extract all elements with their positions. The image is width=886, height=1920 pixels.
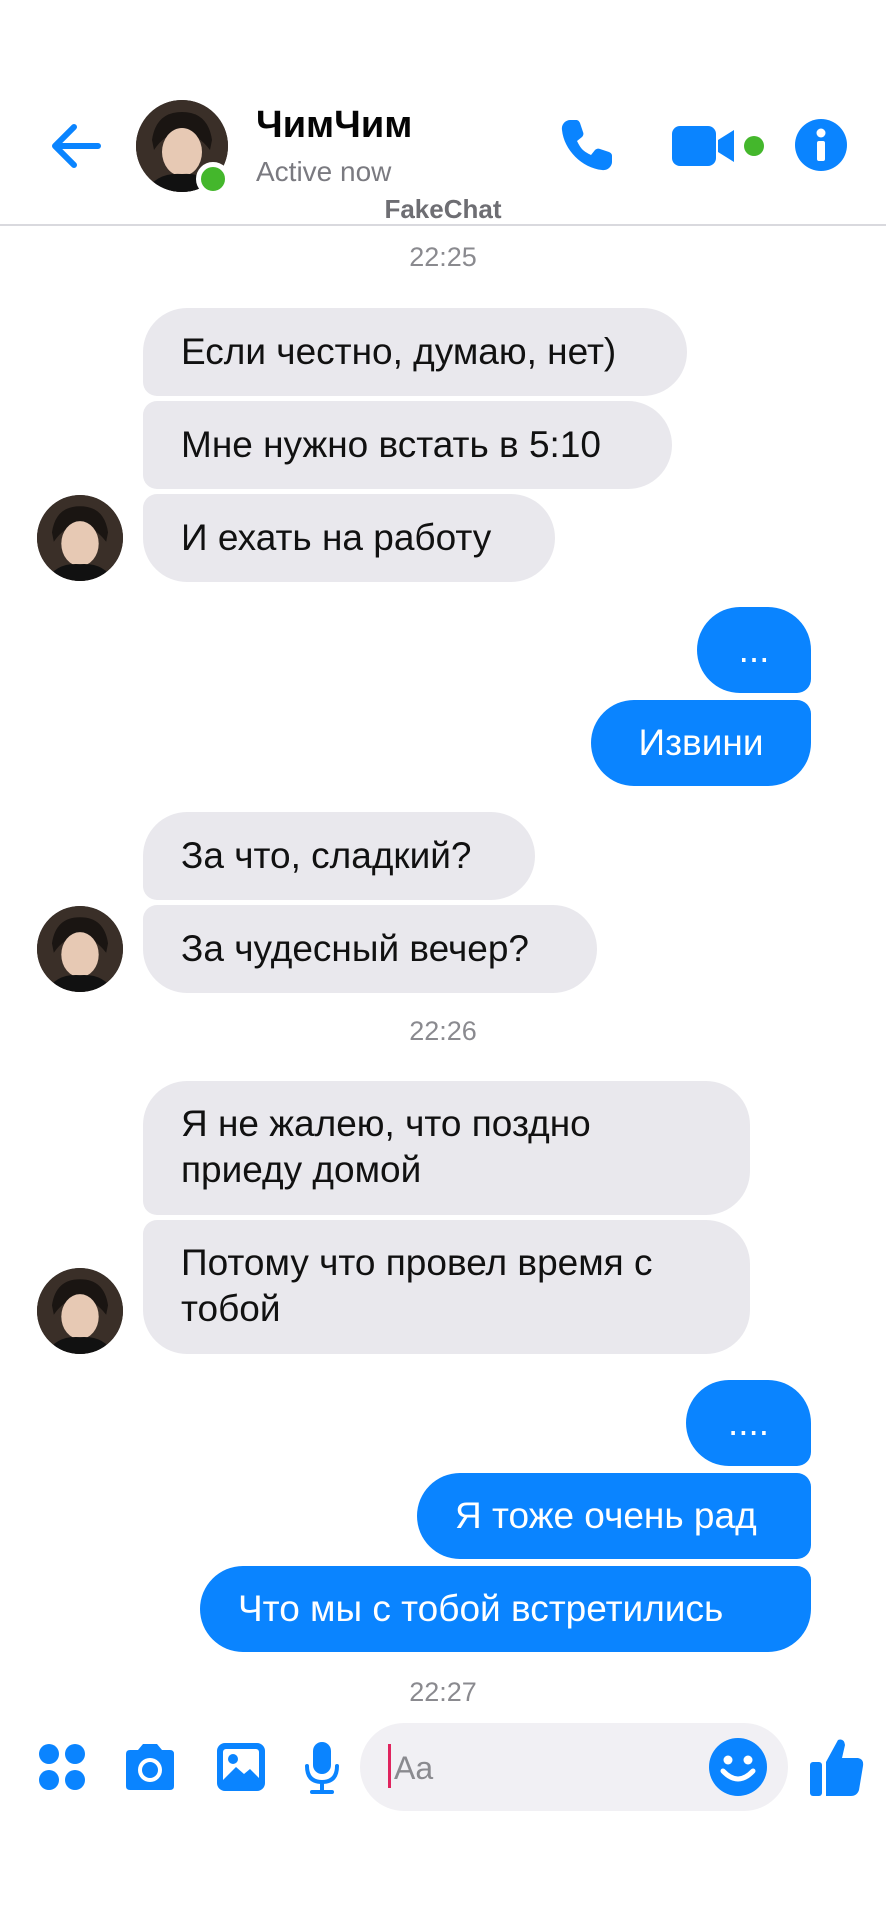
- outgoing-message-bubble[interactable]: ....: [686, 1380, 811, 1466]
- timestamp: 22:26: [409, 1016, 477, 1046]
- timestamp: 22:27: [409, 1677, 477, 1707]
- timestamp: 22:25: [409, 242, 477, 272]
- message-text: Если честно, думаю, нет): [181, 331, 617, 372]
- outgoing-message-bubble[interactable]: Извини: [591, 700, 811, 786]
- online-indicator: [196, 162, 230, 196]
- video-active-dot: [744, 136, 764, 156]
- avatar-photo: [37, 1268, 123, 1354]
- outgoing-message-bubble[interactable]: ...: [697, 607, 811, 693]
- message-text: И ехать на работу: [181, 517, 492, 558]
- incoming-message-bubble[interactable]: Потому что провел время с тобой: [143, 1220, 750, 1354]
- sender-avatar[interactable]: [37, 495, 123, 581]
- message-text: Мне нужно встать в 5:10: [181, 424, 601, 465]
- message-text-line: тобой: [181, 1288, 281, 1329]
- apps-grid-icon[interactable]: [38, 1742, 86, 1792]
- message-text: Я тоже очень рад: [455, 1495, 757, 1536]
- watermark: FakeChat: [384, 194, 502, 224]
- chat-header: ЧимЧим Active now FakeChat: [0, 0, 886, 226]
- back-arrow-icon[interactable]: [46, 116, 106, 176]
- incoming-message-bubble[interactable]: И ехать на работу: [143, 494, 555, 582]
- message-text: Извини: [638, 722, 764, 763]
- incoming-message-bubble[interactable]: За чудесный вечер?: [143, 905, 597, 993]
- message-text-line: Я не жалею, что поздно: [181, 1103, 591, 1144]
- active-status: Active now: [256, 156, 392, 187]
- text-cursor: [388, 1744, 391, 1788]
- incoming-message-bubble[interactable]: За что, сладкий?: [143, 812, 535, 900]
- message-text-line: приеду домой: [181, 1149, 422, 1190]
- thumbs-up-icon[interactable]: [808, 1736, 866, 1798]
- incoming-message-bubble[interactable]: Если честно, думаю, нет): [143, 308, 687, 396]
- camera-icon[interactable]: [122, 1742, 178, 1792]
- message-text: За что, сладкий?: [181, 835, 472, 876]
- message-text: За чудесный вечер?: [181, 928, 529, 969]
- message-text-line: Потому что провел время с: [181, 1242, 653, 1283]
- avatar-photo: [37, 495, 123, 581]
- outgoing-message-bubble[interactable]: Я тоже очень рад: [417, 1473, 811, 1559]
- phone-icon[interactable]: [556, 114, 618, 176]
- sender-avatar[interactable]: [37, 1268, 123, 1354]
- message-input-placeholder: Aa: [394, 1750, 434, 1786]
- message-text: Что мы с тобой встретились: [238, 1588, 724, 1629]
- video-camera-icon[interactable]: [670, 122, 740, 170]
- outgoing-message-bubble[interactable]: Что мы с тобой встретились: [200, 1566, 811, 1652]
- microphone-icon[interactable]: [304, 1740, 340, 1796]
- image-icon[interactable]: [216, 1742, 266, 1792]
- message-text: ...: [738, 629, 770, 670]
- info-icon[interactable]: [794, 118, 848, 172]
- incoming-message-bubble[interactable]: Я не жалею, что поздно приеду домой: [143, 1081, 750, 1215]
- message-text: ....: [727, 1402, 770, 1443]
- contact-name[interactable]: ЧимЧим: [256, 104, 412, 147]
- avatar-photo: [37, 906, 123, 992]
- incoming-message-bubble[interactable]: Мне нужно встать в 5:10: [143, 401, 672, 489]
- sender-avatar[interactable]: [37, 906, 123, 992]
- emoji-icon[interactable]: [708, 1737, 768, 1797]
